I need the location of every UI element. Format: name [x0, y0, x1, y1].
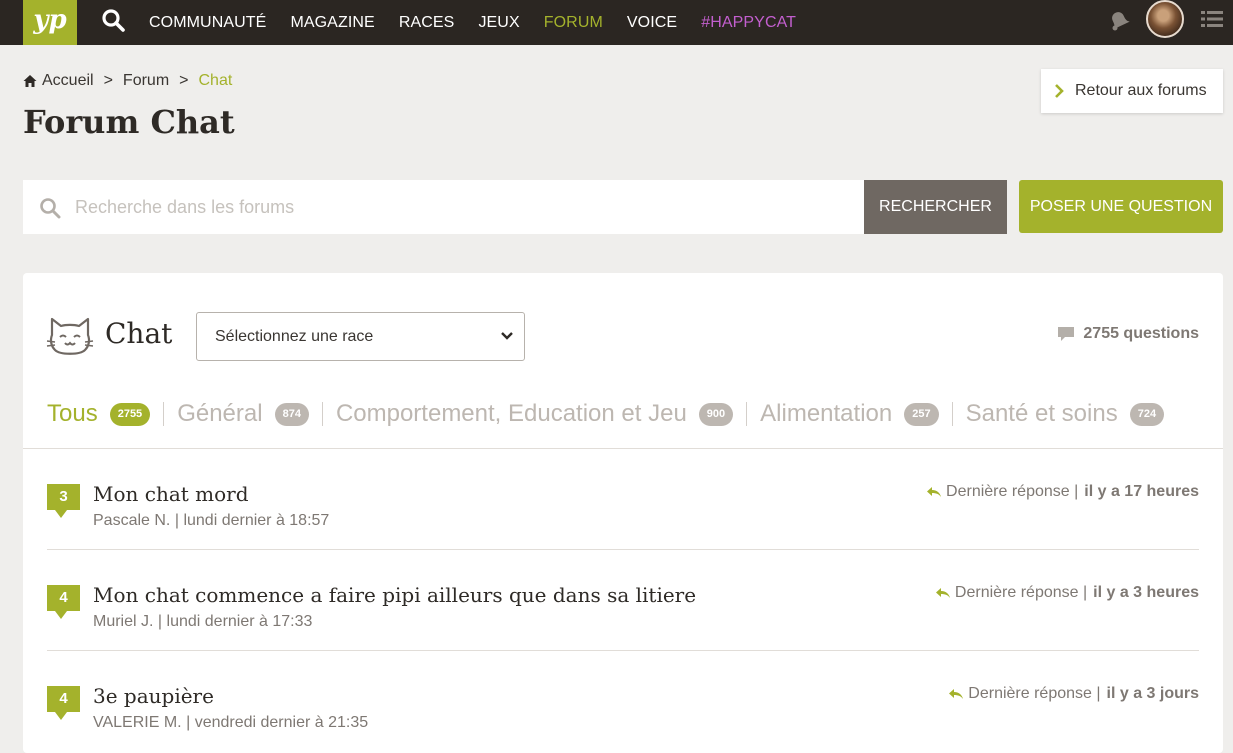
breadcrumb-forum[interactable]: Forum [123, 72, 169, 90]
thread-author: Pascale N. [93, 512, 171, 529]
reply-icon [935, 588, 950, 598]
nav-forum[interactable]: FORUM [544, 5, 603, 41]
tab-tous[interactable]: Tous 2755 [47, 400, 151, 428]
avatar[interactable] [1146, 0, 1184, 38]
breadcrumb-current: Chat [198, 72, 233, 89]
nav-jeux[interactable]: JEUX [478, 5, 519, 41]
chevron-down-icon [501, 332, 513, 340]
thread-row[interactable]: 4 Mon chat commence a faire pipi ailleur… [47, 550, 1199, 651]
last-reply-label: Dernière réponse [954, 584, 1079, 601]
reply-count-bubble: 3 [47, 484, 80, 518]
tab-sante[interactable]: Santé et soins 724 [965, 400, 1165, 428]
breadcrumb: Accueil > Forum > Chat [23, 70, 232, 92]
reply-icon [927, 487, 942, 497]
forum-card: Chat Sélectionnez une race 2755 question… [23, 273, 1223, 753]
list-menu-icon[interactable] [1201, 10, 1223, 28]
tab-label: Général [177, 400, 263, 427]
chevron-right-icon [1055, 84, 1064, 98]
tab-divider [746, 402, 748, 426]
thread-title[interactable]: Mon chat mord [93, 482, 249, 506]
tab-label: Santé et soins [965, 400, 1118, 427]
last-reply-time: il y a 17 heures [1084, 483, 1199, 500]
tab-comportement[interactable]: Comportement, Education et Jeu 900 [335, 400, 734, 428]
thread-date: lundi dernier à 17:33 [166, 613, 313, 630]
last-reply-label: Dernière réponse [968, 685, 1092, 702]
nav-happycat[interactable]: #HAPPYCAT [701, 5, 796, 41]
page-title: Forum Chat [23, 103, 235, 141]
thread-meta: Pascale N. | lundi dernier à 18:57 [93, 512, 329, 530]
question-count-label: 2755 questions [1083, 325, 1199, 342]
main-nav: COMMUNAUTÉ MAGAZINE RACES JEUX FORUM VOI… [149, 0, 820, 45]
cat-icon [46, 317, 94, 355]
thread-date: vendredi dernier à 21:35 [194, 714, 369, 731]
last-reply[interactable]: Dernière réponse | il y a 17 heures [926, 483, 1199, 501]
nav-communaute[interactable]: COMMUNAUTÉ [149, 5, 266, 41]
comment-icon [1058, 327, 1075, 341]
search-input[interactable] [75, 188, 835, 226]
meta-separator: | [186, 714, 195, 731]
bell-icon[interactable] [1106, 7, 1132, 33]
top-navigation-bar: yp COMMUNAUTÉ MAGAZINE RACES JEUX FORUM … [0, 0, 1233, 45]
meta-separator: | [1078, 584, 1088, 601]
thread-author: Muriel J. [93, 613, 154, 630]
back-to-forums-label: Retour aux forums [1075, 82, 1207, 99]
search-icon[interactable] [101, 8, 127, 34]
tab-label: Comportement, Education et Jeu [335, 400, 687, 427]
tab-divider [951, 402, 953, 426]
reply-icon [949, 689, 964, 699]
thread-meta: Muriel J. | lundi dernier à 17:33 [93, 613, 312, 631]
tab-alimentation[interactable]: Alimentation 257 [760, 400, 939, 428]
nav-voice[interactable]: VOICE [627, 5, 677, 41]
last-reply[interactable]: Dernière réponse | il y a 3 jours [948, 685, 1199, 703]
thread-date: lundi dernier à 18:57 [183, 512, 330, 529]
tab-general[interactable]: Général 874 [177, 400, 309, 428]
race-select[interactable]: Sélectionnez une race [196, 312, 525, 361]
card-title: Chat [105, 317, 173, 350]
thread-row[interactable]: 4 3e paupière VALERIE M. | vendredi dern… [47, 651, 1199, 752]
tab-count-badge: 257 [904, 402, 939, 426]
tab-count-badge: 724 [1129, 402, 1165, 426]
tab-label: Tous [47, 400, 98, 427]
tab-count-badge: 2755 [109, 402, 151, 426]
search-button[interactable]: RECHERCHER [864, 180, 1007, 234]
ask-question-button[interactable]: POSER UNE QUESTION [1019, 180, 1223, 233]
breadcrumb-separator: > [103, 72, 113, 89]
question-count: 2755 questions [1057, 325, 1199, 343]
breadcrumb-home[interactable]: Accueil [42, 72, 94, 90]
nav-magazine[interactable]: MAGAZINE [290, 5, 374, 41]
tab-count-badge: 874 [274, 402, 309, 426]
thread-title[interactable]: 3e paupière [93, 684, 214, 708]
tab-divider [163, 402, 165, 426]
last-reply-time: il y a 3 heures [1093, 584, 1199, 601]
meta-separator: | [1069, 483, 1079, 500]
site-logo[interactable]: yp [23, 0, 77, 45]
tab-divider [321, 402, 323, 426]
meta-separator: | [1091, 685, 1101, 702]
last-reply-time: il y a 3 jours [1106, 685, 1199, 702]
reply-count-bubble: 4 [47, 686, 80, 720]
thread-row[interactable]: 3 Mon chat mord Pascale N. | lundi derni… [47, 449, 1199, 550]
meta-separator: | [157, 613, 167, 630]
thread-author: VALERIE M. [93, 714, 182, 731]
tab-label: Alimentation [760, 400, 893, 427]
last-reply[interactable]: Dernière réponse | il y a 3 heures [935, 584, 1199, 602]
tab-count-badge: 900 [698, 402, 734, 426]
nav-races[interactable]: RACES [399, 5, 455, 41]
forum-search-box [23, 180, 864, 234]
breadcrumb-separator: > [179, 72, 189, 89]
thread-meta: VALERIE M. | vendredi dernier à 21:35 [93, 714, 368, 732]
reply-count-bubble: 4 [47, 585, 80, 619]
thread-title[interactable]: Mon chat commence a faire pipi ailleurs … [93, 583, 696, 607]
search-icon [40, 198, 61, 219]
last-reply-label: Dernière réponse [946, 483, 1070, 500]
race-select-value: Sélectionnez une race [215, 327, 374, 345]
category-tabs: Tous 2755 Général 874 Comportement, Educ… [47, 397, 1165, 431]
back-to-forums-button[interactable]: Retour aux forums [1041, 69, 1223, 113]
home-icon [23, 75, 37, 87]
